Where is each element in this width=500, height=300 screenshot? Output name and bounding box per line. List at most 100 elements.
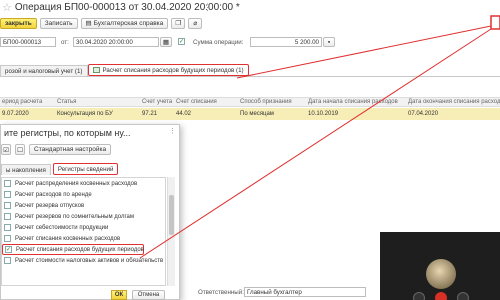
- date-value: 30.04.2020 20:00:00: [76, 38, 133, 46]
- cell-start-date: 10.10.2019: [308, 111, 339, 117]
- tab-deferred-expenses-label: Расчет списания расходов будущих периодо…: [102, 66, 244, 74]
- column-header[interactable]: Статья: [57, 98, 76, 106]
- toolbar: закрыть Записать ▤ Бухгалтерская справка…: [0, 17, 203, 29]
- list-item[interactable]: Расчет стоимости налоговых активов и обя…: [2, 255, 165, 266]
- list-item[interactable]: Расчет списания косвенных расходов: [2, 233, 165, 244]
- hang-up-icon[interactable]: [435, 292, 447, 300]
- list-scrollbar[interactable]: [167, 177, 175, 286]
- save-label: Записать: [44, 19, 73, 27]
- tab-information-label: Регистры сведений: [57, 165, 114, 173]
- list-item[interactable]: Расчет резервов по сомнительным долгам: [2, 211, 165, 222]
- check-all-button[interactable]: ☑: [1, 144, 11, 155]
- item-checkbox[interactable]: [4, 180, 11, 187]
- date-label: от:: [61, 39, 69, 46]
- list-item-label: Расчет резерва отпусков: [15, 202, 85, 209]
- list-item-label: Расчет распределения косвенных расходов: [15, 180, 138, 187]
- item-checkbox[interactable]: [4, 191, 11, 198]
- column-header[interactable]: Счет учета: [142, 98, 172, 106]
- cell-account: 97.21: [142, 111, 158, 117]
- paperclip-icon: ⌀: [193, 20, 198, 27]
- posted-checkbox[interactable]: ✓: [178, 38, 185, 45]
- responsible-value: Главный бухгалтер: [247, 288, 302, 296]
- list-item-highlighted[interactable]: ✓ Расчет списания расходов будущих период…: [2, 244, 144, 255]
- register-icon: [92, 67, 100, 73]
- item-checkbox[interactable]: [4, 202, 11, 209]
- cancel-button[interactable]: Отмена: [132, 290, 165, 300]
- column-header[interactable]: Дата окончания списания расходов: [408, 98, 500, 106]
- cell-recognition-method: По месяцам: [240, 111, 274, 117]
- item-checkbox[interactable]: [4, 235, 11, 242]
- save-and-close-button[interactable]: закрыть: [0, 17, 37, 29]
- calculator-button[interactable]: ▪: [323, 37, 335, 47]
- list-item-label: Расчет себестоимости продукции: [15, 224, 109, 231]
- annotation-box: [490, 15, 500, 30]
- cell-article: Консультация по БУ: [57, 111, 113, 117]
- responsible-field[interactable]: Главный бухгалтер: [244, 287, 366, 297]
- cell-writeoff-account: 44.02: [176, 111, 192, 117]
- calculator-icon: ▪: [327, 38, 331, 46]
- item-checkbox[interactable]: [4, 224, 11, 231]
- tab-deferred-expenses[interactable]: Расчет списания расходов будущих периодо…: [87, 64, 249, 76]
- column-header[interactable]: Способ признания: [240, 98, 292, 106]
- cell-end-date: 07.04.2020: [408, 111, 439, 117]
- item-checkbox[interactable]: ✓: [5, 246, 12, 253]
- save-and-close-label: закрыть: [5, 19, 32, 27]
- participant-avatar: [426, 259, 456, 289]
- favorite-star-icon[interactable]: ☆: [2, 1, 12, 14]
- copy-button[interactable]: ❐: [171, 17, 186, 29]
- dialog-title: ите регистры, по которым ну...: [4, 128, 131, 138]
- tabs-divider: [0, 76, 500, 77]
- tab-tax-accounting[interactable]: розой и налоговый учет (1): [0, 65, 88, 76]
- save-button[interactable]: Записать: [39, 17, 78, 29]
- annotation-line: [236, 25, 492, 79]
- sum-value: 5 200.00: [294, 38, 319, 46]
- sum-field[interactable]: 5 200.00: [250, 37, 322, 47]
- column-header[interactable]: Счет списания: [176, 98, 217, 106]
- list-item-label: Расчет расходов по аренде: [15, 191, 92, 198]
- list-item[interactable]: Расчет расходов по аренде: [2, 189, 165, 200]
- document-number-value: БП00-000013: [3, 38, 42, 46]
- checkbox-icon: ☑: [3, 146, 9, 154]
- dialog-tabs: ы накопления Регистры сведений: [1, 163, 119, 175]
- cancel-label: Отмена: [137, 292, 160, 298]
- standard-settings-label: Стандартная настройка: [34, 146, 107, 153]
- microphone-icon[interactable]: [413, 292, 425, 300]
- column-header[interactable]: Дата начала списания расходов: [308, 98, 398, 106]
- table-header: ериод расчета Статья Счет учета Счет спи…: [0, 97, 500, 107]
- list-item[interactable]: Расчет резерва отпусков: [2, 200, 165, 211]
- calendar-icon: ▦: [162, 39, 170, 46]
- accounting-report-label: Бухгалтерская справка: [93, 19, 164, 27]
- more-menu-icon[interactable]: ⋮: [203, 2, 212, 13]
- scrollbar-thumb[interactable]: [169, 195, 174, 235]
- standard-settings-button[interactable]: Стандартная настройка: [29, 144, 112, 155]
- tab-tax-accounting-label: розой и налоговый учет (1): [5, 67, 83, 75]
- list-item[interactable]: Расчет себестоимости продукции: [2, 222, 165, 233]
- list-item[interactable]: Расчет распределения косвенных расходов: [2, 178, 165, 189]
- column-header[interactable]: ериод расчета: [2, 98, 42, 106]
- checkbox-empty-icon: ☐: [17, 146, 23, 154]
- dialog-more-icon[interactable]: ⋮: [169, 127, 176, 135]
- ok-label: ОК: [114, 292, 124, 298]
- date-field[interactable]: 30.04.2020 20:00:00: [73, 37, 159, 47]
- item-checkbox[interactable]: [4, 257, 11, 264]
- document-number-field[interactable]: БП00-000013: [0, 37, 56, 47]
- tab-accumulation-registers[interactable]: ы накопления: [1, 164, 51, 175]
- register-selection-dialog: ите регистры, по которым ну... ⋮ ☑ ☐ Ста…: [0, 124, 180, 300]
- tab-information-registers[interactable]: Регистры сведений: [52, 163, 119, 175]
- list-item-label: Расчет стоимости налоговых активов и обя…: [15, 257, 164, 264]
- copy-icon: ❐: [175, 20, 182, 27]
- item-checkbox[interactable]: [4, 213, 11, 220]
- camera-icon[interactable]: [457, 292, 469, 300]
- responsible-label: Ответственный:: [198, 289, 244, 296]
- calendar-button[interactable]: ▦: [160, 37, 172, 47]
- register-list: Расчет распределения косвенных расходов …: [1, 177, 166, 286]
- list-item-label: Расчет списания косвенных расходов: [15, 235, 121, 242]
- printer-icon: ▤: [85, 20, 92, 27]
- uncheck-all-button[interactable]: ☐: [15, 144, 25, 155]
- tab-accumulation-label: ы накопления: [6, 166, 46, 174]
- list-item-label: Расчет списания расходов будущих периодо…: [16, 246, 144, 253]
- accounting-report-button[interactable]: ▤ Бухгалтерская справка: [80, 17, 169, 29]
- table-row[interactable]: 9.07.2020 Консультация по БУ 97.21 44.02…: [0, 108, 500, 120]
- attachment-button[interactable]: ⌀: [188, 17, 203, 29]
- ok-button[interactable]: ОК: [111, 290, 127, 300]
